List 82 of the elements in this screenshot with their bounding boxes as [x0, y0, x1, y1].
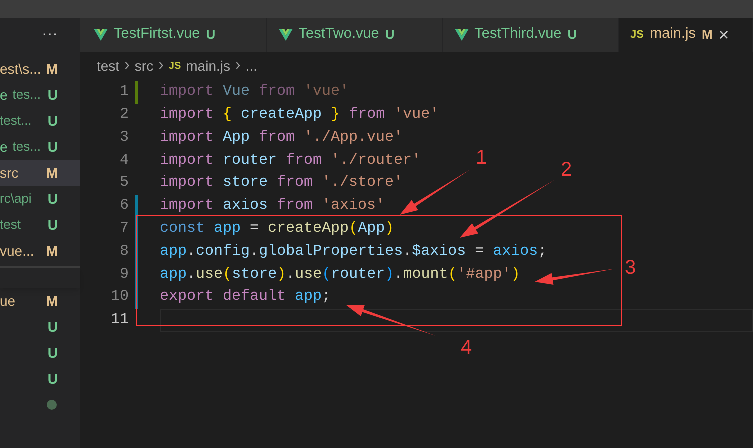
breadcrumb-item[interactable]: main.js: [186, 56, 230, 76]
file-name: src: [0, 164, 19, 182]
breadcrumb-item[interactable]: test: [97, 56, 120, 76]
open-editor-item[interactable]: e tes... U: [0, 134, 80, 160]
file-name: e: [0, 138, 8, 156]
git-status: M: [46, 164, 58, 182]
code-line: import Vue from 'vue': [160, 82, 350, 102]
git-status: M: [46, 242, 58, 260]
file-path: test...: [0, 112, 32, 130]
close-icon[interactable]: ×: [718, 26, 730, 44]
code-line: app.use(store).use(router).mount('#app'): [160, 264, 520, 285]
git-status: U: [48, 216, 58, 234]
open-editor-item[interactable]: rc\api U: [0, 186, 80, 212]
line-number: 8: [118, 242, 129, 262]
code-line: import App from './App.vue': [160, 128, 404, 148]
v-logo-icon: [278, 29, 293, 41]
line-number: 6: [118, 196, 129, 216]
line-number: 9: [118, 264, 129, 285]
editor-tab[interactable]: TestThird.vue U: [442, 18, 619, 52]
git-status: U: [48, 138, 58, 156]
git-status: M: [702, 26, 713, 44]
code-line: import router from './router': [160, 150, 422, 171]
annotation-number: 1: [476, 148, 488, 168]
line-number: 10: [110, 287, 129, 308]
open-editor-item[interactable]: vue... M: [0, 238, 80, 264]
code-line: import store from './store': [160, 173, 404, 194]
line-number: 4: [118, 150, 129, 171]
file-path: tes...: [12, 86, 41, 104]
editor-tab[interactable]: JS main.js M ×: [618, 18, 753, 52]
open-editor-item[interactable]: test U: [0, 212, 80, 238]
file-name[interactable]: ue: [0, 290, 16, 312]
chevron-icon: ›: [158, 54, 164, 78]
code-line: export default app;: [160, 287, 332, 308]
git-status: U: [48, 112, 58, 130]
git-status: U: [48, 344, 58, 362]
tab-label: TestTwo.vue: [298, 25, 380, 44]
js-file-icon: JS: [630, 26, 644, 44]
file-path: test: [0, 216, 21, 234]
file-name: est\s...: [0, 60, 42, 78]
code-line: import { createApp } from 'vue': [160, 104, 440, 125]
git-status: M: [46, 292, 58, 310]
chevron-icon: ›: [124, 54, 130, 78]
file-name: e: [0, 86, 8, 104]
editor-tab[interactable]: TestFirtst.vue U: [80, 18, 267, 52]
file-path: rc\api: [0, 190, 32, 208]
js-file-icon: JS: [168, 58, 182, 74]
git-status: M: [46, 60, 58, 78]
chevron-icon: ›: [236, 54, 241, 78]
code-line: const app = createApp(App): [160, 218, 394, 239]
open-editor-item[interactable]: e tes... U: [0, 82, 80, 108]
editor-tab[interactable]: TestTwo.vue U: [266, 18, 443, 52]
git-status: U: [48, 370, 58, 388]
line-number: 2: [118, 104, 129, 125]
line-number: 5: [118, 173, 129, 194]
v-logo-icon: [454, 29, 469, 41]
code-line: app.config.globalProperties.$axios = axios;: [160, 242, 548, 262]
git-status: U: [48, 190, 58, 208]
file-name: vue...: [0, 242, 34, 260]
annotation-number: 2: [561, 160, 572, 180]
tab-label: TestThird.vue: [474, 25, 562, 44]
tab-label: main.js: [650, 25, 696, 44]
code-line: import axios from 'axios': [160, 196, 386, 216]
v-logo-icon: [94, 29, 108, 41]
breadcrumb-item[interactable]: src: [134, 56, 154, 76]
annotation-number: 3: [625, 258, 636, 278]
open-editor-item[interactable]: est\s... M: [0, 56, 80, 82]
open-editor-item[interactable]: src M: [0, 160, 80, 186]
git-status: U: [48, 318, 58, 336]
more-actions-button[interactable]: ···: [42, 23, 58, 47]
tab-label: TestFirtst.vue: [114, 25, 200, 44]
line-number: 3: [118, 128, 129, 148]
annotation-number: 4: [461, 338, 472, 358]
git-status: U: [385, 26, 395, 44]
line-number: 1: [118, 82, 129, 102]
file-path: tes...: [12, 138, 41, 156]
git-status: U: [48, 86, 58, 104]
line-number: 7: [118, 218, 129, 239]
git-status: U: [568, 26, 578, 44]
git-status: U: [206, 26, 216, 44]
open-editor-item[interactable]: test... U: [0, 108, 80, 134]
breadcrumb-item[interactable]: ...: [246, 56, 258, 76]
line-number: 11: [110, 310, 129, 330]
